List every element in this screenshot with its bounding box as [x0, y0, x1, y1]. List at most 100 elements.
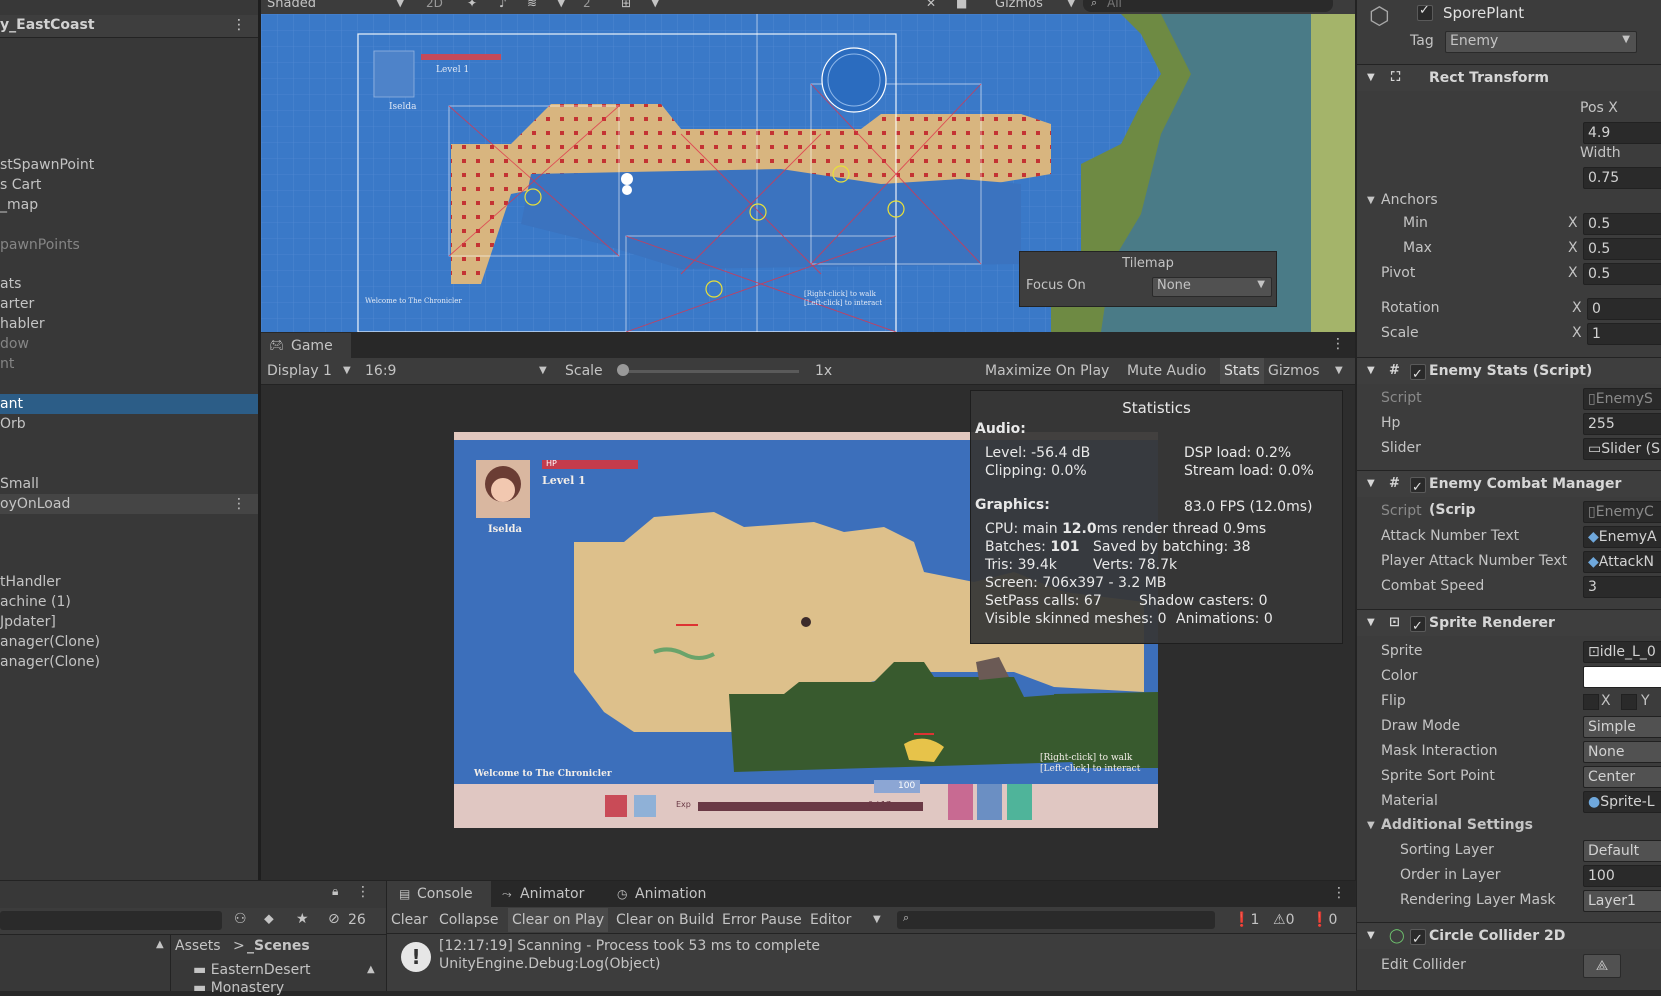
filter-by-type-icon[interactable]: ⚇ — [234, 911, 247, 927]
chevron-down-icon[interactable]: ▼ — [1067, 0, 1075, 9]
draw-mode-dropdown[interactable]: Simple — [1583, 716, 1661, 738]
anchors-label[interactable]: Anchors — [1381, 192, 1438, 208]
edit-collider-button[interactable]: ⟁ — [1583, 954, 1621, 978]
chevron-down-icon[interactable]: ▼ — [1335, 358, 1343, 384]
breadcrumb-assets[interactable]: Assets — [175, 938, 221, 954]
lighting-icon[interactable]: ✦ — [467, 0, 477, 10]
scene-search-input[interactable]: ⌕ All — [1083, 0, 1333, 12]
hierarchy-item[interactable]: ats — [0, 274, 258, 294]
pivot-x-input[interactable]: 0.5 — [1583, 263, 1661, 285]
scale-x-input[interactable]: 1 — [1587, 323, 1661, 345]
combat-speed-input[interactable]: 3 — [1583, 576, 1661, 598]
hierarchy-item[interactable]: habler — [0, 314, 258, 334]
clear-on-build-toggle[interactable]: Clear on Build — [612, 908, 718, 932]
order-in-layer-input[interactable]: 100 — [1583, 865, 1661, 887]
pos-x-input[interactable]: 4.9 — [1583, 122, 1661, 144]
kebab-menu-icon[interactable]: ⋮ — [1331, 336, 1345, 352]
chevron-down-icon[interactable]: ▼ — [651, 0, 659, 9]
sorting-layer-dropdown[interactable]: Default — [1583, 840, 1661, 862]
hierarchy-item[interactable]: pawnPoints — [0, 235, 258, 255]
warning-count-toggle[interactable]: ⚠0 — [1273, 908, 1294, 932]
aspect-dropdown[interactable]: 16:9 — [365, 358, 396, 384]
kebab-menu-icon[interactable]: ⋮ — [232, 17, 246, 33]
rotation-x-input[interactable]: 0 — [1587, 298, 1661, 320]
collapse-button[interactable]: Collapse — [435, 908, 503, 932]
active-checkbox[interactable] — [1417, 3, 1433, 21]
component-enabled-checkbox[interactable] — [1410, 359, 1426, 388]
sprite-renderer-header[interactable]: ▼ ⊡ Sprite Renderer — [1357, 609, 1661, 640]
hierarchy-item[interactable]: Orb — [0, 414, 258, 434]
component-enabled-checkbox[interactable] — [1410, 472, 1426, 501]
rect-transform-header[interactable]: ▼ ⛶ Rect Transform — [1357, 64, 1661, 91]
info-count-toggle[interactable]: ❗1 — [1233, 908, 1259, 932]
slider-field[interactable]: ▭Slider (S — [1583, 438, 1661, 460]
hierarchy-item-selected[interactable]: ant — [0, 394, 258, 414]
anchors-min-x-input[interactable]: 0.5 — [1583, 213, 1661, 235]
stats-toggle[interactable]: Stats — [1220, 358, 1264, 384]
kebab-menu-icon[interactable]: ⋮ — [356, 884, 370, 900]
scale-slider-thumb[interactable] — [617, 364, 629, 376]
mask-interaction-dropdown[interactable]: None — [1583, 741, 1661, 763]
chevron-down-icon[interactable]: ▼ — [873, 908, 881, 932]
editor-dropdown[interactable]: Editor — [806, 908, 855, 932]
chevron-down-icon[interactable]: ▼ — [343, 358, 351, 384]
object-name-field[interactable]: SporePlant — [1443, 4, 1524, 22]
hierarchy-item[interactable]: dow — [0, 334, 258, 354]
tab-game[interactable]: 🎮︎ Game — [261, 333, 351, 360]
error-count-toggle[interactable]: ❗0 — [1311, 908, 1337, 932]
player-attack-number-text-field[interactable]: ◆AttackN — [1583, 551, 1661, 573]
rendering-layer-mask-dropdown[interactable]: Layer1 — [1583, 890, 1661, 912]
hierarchy-item[interactable]: anager(Clone) — [0, 652, 258, 672]
scene-canvas[interactable]: Iselda Level 1 Welcome to The Chronicler… — [261, 14, 1355, 332]
tab-console[interactable]: ▤ Console — [387, 881, 491, 907]
scroll-up-arrow[interactable]: ▲ — [367, 964, 375, 975]
kebab-menu-icon[interactable]: ⋮ — [232, 494, 246, 514]
hierarchy-item[interactable]: tHandler — [0, 572, 258, 592]
lock-icon[interactable]: 🔒︎ — [332, 884, 338, 899]
kebab-menu-icon[interactable]: ⋮ — [1332, 885, 1346, 901]
clear-on-play-toggle[interactable]: Clear on Play — [508, 908, 609, 932]
circle-collider-header[interactable]: ▼ ◯ Circle Collider 2D — [1357, 922, 1661, 953]
sprite-sort-point-dropdown[interactable]: Center — [1583, 766, 1661, 788]
hierarchy-item[interactable]: Small — [0, 474, 258, 494]
width-input[interactable]: 0.75 — [1583, 167, 1661, 189]
hierarchy-item[interactable]: arter — [0, 294, 258, 314]
2d-toggle-button[interactable]: 2D — [426, 0, 443, 10]
display-dropdown[interactable]: Display 1 — [267, 358, 332, 384]
hierarchy-item-dontdestroy[interactable]: oyOnLoad ⋮ — [0, 494, 258, 514]
tools-icon[interactable]: ✕ — [926, 0, 936, 10]
anchors-max-x-input[interactable]: 0.5 — [1583, 238, 1661, 260]
additional-settings-foldout[interactable]: Additional Settings — [1381, 817, 1533, 833]
hidden-packages-icon[interactable]: ⊘ — [328, 911, 340, 927]
hierarchy-item[interactable]: achine (1) — [0, 592, 258, 612]
shading-mode-dropdown[interactable]: Shaded — [267, 0, 316, 11]
sprite-field[interactable]: ⊡idle_L_0 — [1583, 641, 1661, 663]
gizmos-toggle[interactable]: Gizmos — [1264, 358, 1324, 384]
hierarchy-item[interactable]: stSpawnPoint — [0, 155, 258, 175]
enemy-combat-header[interactable]: ▼ # Enemy Combat Manager (Scrip — [1357, 470, 1661, 518]
hp-input[interactable]: 255 — [1583, 413, 1661, 435]
focus-on-dropdown[interactable]: None ▼ — [1152, 277, 1272, 297]
folder-item[interactable]: ▬ EasternDesert — [193, 962, 310, 978]
scroll-up-arrow[interactable]: ▲ — [156, 939, 164, 950]
hidden-objects-count[interactable]: 2 — [583, 0, 591, 10]
audio-icon[interactable]: ♪ — [499, 0, 507, 10]
scale-slider[interactable] — [619, 370, 799, 373]
chevron-down-icon[interactable]: ▼ — [396, 0, 404, 9]
chevron-down-icon[interactable]: ▼ — [1367, 820, 1375, 831]
folder-item[interactable]: ▬ Monastery — [193, 980, 284, 996]
component-enabled-checkbox[interactable] — [1410, 611, 1426, 640]
hierarchy-item[interactable]: Jpdater] — [0, 612, 258, 632]
material-field[interactable]: ●Sprite-L — [1583, 791, 1661, 813]
hierarchy-item[interactable]: s Cart — [0, 175, 258, 195]
maximize-on-play-toggle[interactable]: Maximize On Play — [981, 358, 1113, 384]
filter-by-label-icon[interactable]: ⬥ — [264, 911, 274, 927]
favorite-star-icon[interactable]: ★ — [296, 911, 309, 927]
component-enabled-checkbox[interactable] — [1410, 924, 1426, 953]
chevron-down-icon[interactable]: ▼ — [539, 358, 547, 384]
gizmos-dropdown[interactable]: Gizmos — [995, 0, 1043, 11]
mute-audio-toggle[interactable]: Mute Audio — [1123, 358, 1210, 384]
console-log-entry[interactable]: ! [12:17:19] Scanning - Process took 53 … — [387, 934, 1356, 991]
tab-animator[interactable]: ⤳ Animator — [502, 881, 602, 907]
project-search-input[interactable] — [0, 911, 222, 930]
